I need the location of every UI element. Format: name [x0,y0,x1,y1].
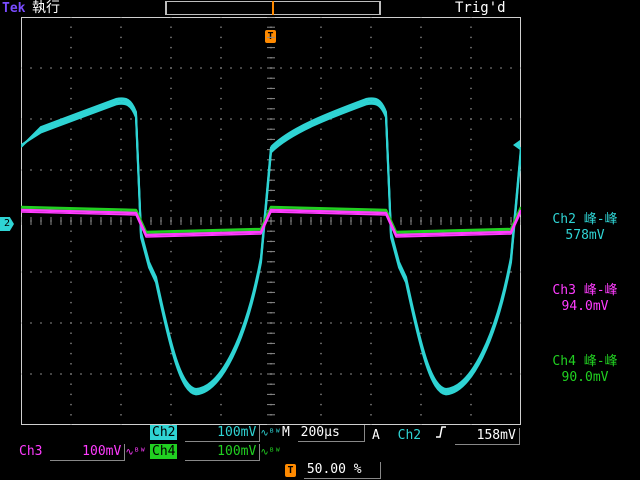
waveform-display [21,17,521,425]
trigger-level: 158mV [454,428,520,445]
ch3-measurement-value: 94.0mV [561,299,609,314]
ch2-settings[interactable]: Ch2 100mV ∿ᴮᵂ [150,425,281,442]
brand-logo: Tek [2,1,26,16]
trigger-level-marker[interactable] [513,140,520,150]
trigger-position-icon: T [285,464,296,477]
ch4-measurement: Ch4 峰-峰 90.0mV [530,354,640,386]
acquisition-mode: 執行 [32,0,60,16]
grid-dots [21,17,521,425]
ch4-tag: Ch4 [150,444,178,459]
horizontal-position-value: 50.00 % [303,462,381,479]
trigger-source: Ch2 [397,428,422,443]
ch2-measurement-value: 578mV [565,228,605,243]
ch3-tag: Ch3 [19,444,43,459]
ch2-trace [270,99,521,392]
ch2-measurement: Ch2 峰-峰 578mV [530,212,640,244]
ch4-measurement-label: Ch4 峰-峰 [552,354,618,369]
horizontal-position[interactable]: T 50.00 % [285,462,381,479]
trigger-mode: A [372,428,380,443]
ch2-measurement-label: Ch2 峰-峰 [552,212,618,227]
rising-edge-icon [435,425,447,444]
ch2-scale: 100mV [185,425,261,442]
status-bar: Tek 執行 Trig'd [0,0,640,17]
trigger-status: Trig'd [455,0,506,16]
ch4-coupling-icon: ∿ᴮᵂ [260,447,281,458]
ch2-ground-marker[interactable]: 2 [0,217,14,231]
timebase-prefix: M [282,425,290,440]
ch2-coupling-icon: ∿ᴮᵂ [260,428,281,439]
timebase-settings[interactable]: M 200µs [282,425,365,442]
ch3-coupling-icon: ∿ᴮᵂ [125,447,146,458]
ch4-measurement-value: 90.0mV [561,370,609,385]
ch2-trace [270,97,521,390]
trigger-settings[interactable]: A Ch2 158mV [372,425,520,445]
record-position-bar[interactable] [165,1,381,15]
ch3-scale: 100mV [50,444,126,461]
ch3-measurement: Ch3 峰-峰 94.0mV [530,283,640,315]
ch4-settings[interactable]: Ch4 100mV ∿ᴮᵂ [150,444,281,461]
ch2-trace [21,99,272,392]
ch3-measurement-label: Ch3 峰-峰 [552,283,618,298]
ch3-settings[interactable]: Ch3 100mV ∿ᴮᵂ [19,444,146,461]
ch2-tag: Ch2 [150,425,178,440]
ch4-scale: 100mV [185,444,261,461]
timebase-value: 200µs [297,425,365,442]
ch2-trace [21,97,272,390]
